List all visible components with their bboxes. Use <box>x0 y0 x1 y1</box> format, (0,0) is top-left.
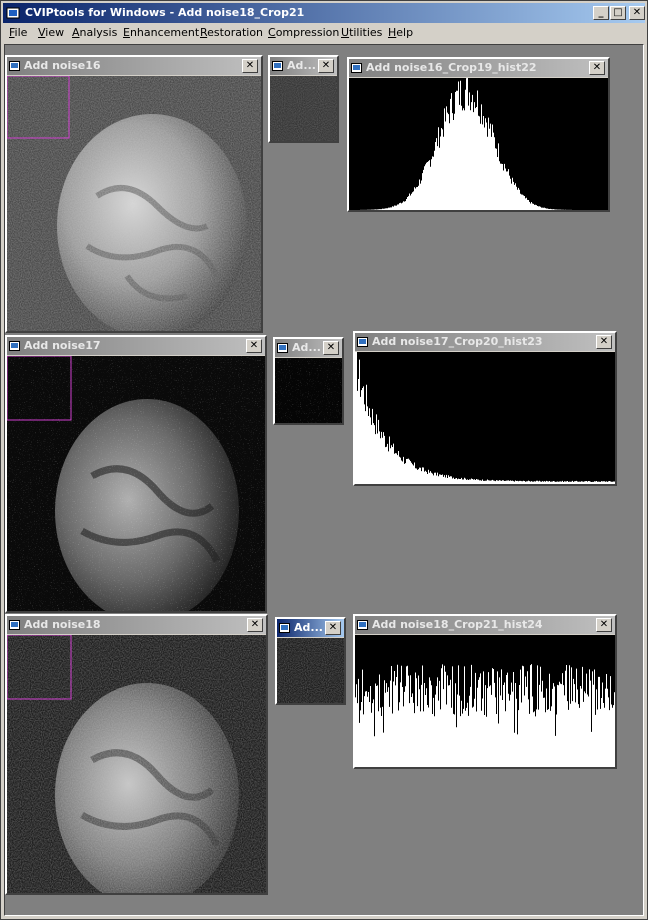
window-title: Add noise18 <box>24 618 101 631</box>
image-window-icon <box>9 620 20 630</box>
menu-file[interactable]: File <box>9 26 27 39</box>
window-titlebar[interactable]: Add noise17_Crop20_hist23 ✕ <box>355 333 615 351</box>
menu-compression[interactable]: Compression <box>268 26 339 39</box>
image-window-icon <box>277 343 288 353</box>
earth-image-graphic <box>7 76 261 331</box>
histogram-plot[interactable] <box>349 78 608 210</box>
close-icon[interactable]: ✕ <box>596 335 612 349</box>
window-titlebar[interactable]: Add noise16 ✕ <box>7 57 261 75</box>
histogram-plot[interactable] <box>355 635 615 767</box>
crop-image-graphic <box>275 358 342 423</box>
crop-image[interactable] <box>277 638 344 703</box>
earth-image-graphic <box>7 635 266 893</box>
image-window-icon <box>9 61 20 71</box>
image-window-icon <box>279 623 290 633</box>
noisy-earth-image[interactable] <box>7 356 265 611</box>
image-window-icon <box>272 61 283 71</box>
window-add-noise18[interactable]: Add noise18 ✕ <box>5 614 268 895</box>
window-crop21[interactable]: Ad... ✕ <box>275 617 346 705</box>
histogram-uniform <box>355 635 615 767</box>
window-title: Add noise18_Crop21_hist24 <box>372 618 543 631</box>
window-crop19[interactable]: Ad... ✕ <box>268 55 339 143</box>
crop-image[interactable] <box>270 76 337 141</box>
histogram-plot[interactable] <box>355 352 615 484</box>
crop-image[interactable] <box>275 358 342 423</box>
window-title: Add noise17_Crop20_hist23 <box>372 335 543 348</box>
window-hist23[interactable]: Add noise17_Crop20_hist23 ✕ <box>353 331 617 486</box>
window-titlebar[interactable]: Add noise16_Crop19_hist22 ✕ <box>349 59 608 77</box>
window-title: Ad... <box>292 341 321 354</box>
image-window-icon <box>9 341 20 351</box>
menu-restoration[interactable]: Restoration <box>200 26 263 39</box>
window-titlebar[interactable]: Add noise18 ✕ <box>7 616 266 634</box>
close-icon[interactable]: ✕ <box>596 618 612 632</box>
window-titlebar[interactable]: Add noise18_Crop21_hist24 ✕ <box>355 616 615 634</box>
histogram-gaussian <box>349 78 608 210</box>
window-title: Add noise16_Crop19_hist22 <box>366 61 537 74</box>
noisy-earth-image[interactable] <box>7 76 261 331</box>
close-icon[interactable]: ✕ <box>242 59 258 73</box>
app-titlebar[interactable]: CVIPtools for Windows - Add noise18_Crop… <box>3 3 645 23</box>
image-window-icon <box>351 63 362 73</box>
menu-help[interactable]: Help <box>388 26 413 39</box>
image-window-icon <box>357 337 368 347</box>
menu-view[interactable]: View <box>38 26 64 39</box>
window-hist24[interactable]: Add noise18_Crop21_hist24 ✕ <box>353 614 617 769</box>
mdi-workspace: Add noise16 ✕ Ad... ✕ Add noise16_Crop19… <box>4 44 644 916</box>
window-titlebar[interactable]: Add noise17 ✕ <box>7 337 265 355</box>
window-add-noise16[interactable]: Add noise16 ✕ <box>5 55 263 333</box>
noisy-earth-image[interactable] <box>7 635 266 893</box>
histogram-exponential <box>355 352 615 484</box>
menu-utilities[interactable]: Utilities <box>341 26 382 39</box>
app-window: CVIPtools for Windows - Add noise18_Crop… <box>0 0 648 920</box>
window-crop20[interactable]: Ad... ✕ <box>273 337 344 425</box>
close-icon[interactable]: ✕ <box>247 618 263 632</box>
close-icon[interactable]: ✕ <box>246 339 262 353</box>
earth-image-graphic <box>7 356 265 611</box>
app-icon <box>6 7 20 19</box>
close-icon[interactable]: ✕ <box>323 341 339 355</box>
window-title: Add noise17 <box>24 339 101 352</box>
window-title: Ad... <box>287 59 316 72</box>
image-window-icon <box>357 620 368 630</box>
crop-image-graphic <box>270 76 337 141</box>
close-icon[interactable]: ✕ <box>325 621 341 635</box>
close-icon[interactable]: ✕ <box>318 59 334 73</box>
close-button[interactable]: ✕ <box>629 6 645 20</box>
window-titlebar[interactable]: Ad... ✕ <box>277 619 344 637</box>
minimize-button[interactable]: _ <box>593 6 609 20</box>
window-titlebar[interactable]: Ad... ✕ <box>270 57 337 75</box>
menu-analysis[interactable]: Analysis <box>72 26 117 39</box>
window-add-noise17[interactable]: Add noise17 ✕ <box>5 335 267 613</box>
maximize-button[interactable]: □ <box>610 6 626 20</box>
window-title: Add noise16 <box>24 59 101 72</box>
window-titlebar[interactable]: Ad... ✕ <box>275 339 342 357</box>
close-icon[interactable]: ✕ <box>589 61 605 75</box>
window-title: Ad... <box>294 621 323 634</box>
menu-bar: File View Analysis Enhancement Restorati… <box>3 24 645 42</box>
window-hist22[interactable]: Add noise16_Crop19_hist22 ✕ <box>347 57 610 212</box>
app-title: CVIPtools for Windows - Add noise18_Crop… <box>25 6 305 19</box>
crop-image-graphic <box>277 638 344 703</box>
menu-enhancement[interactable]: Enhancement <box>123 26 199 39</box>
